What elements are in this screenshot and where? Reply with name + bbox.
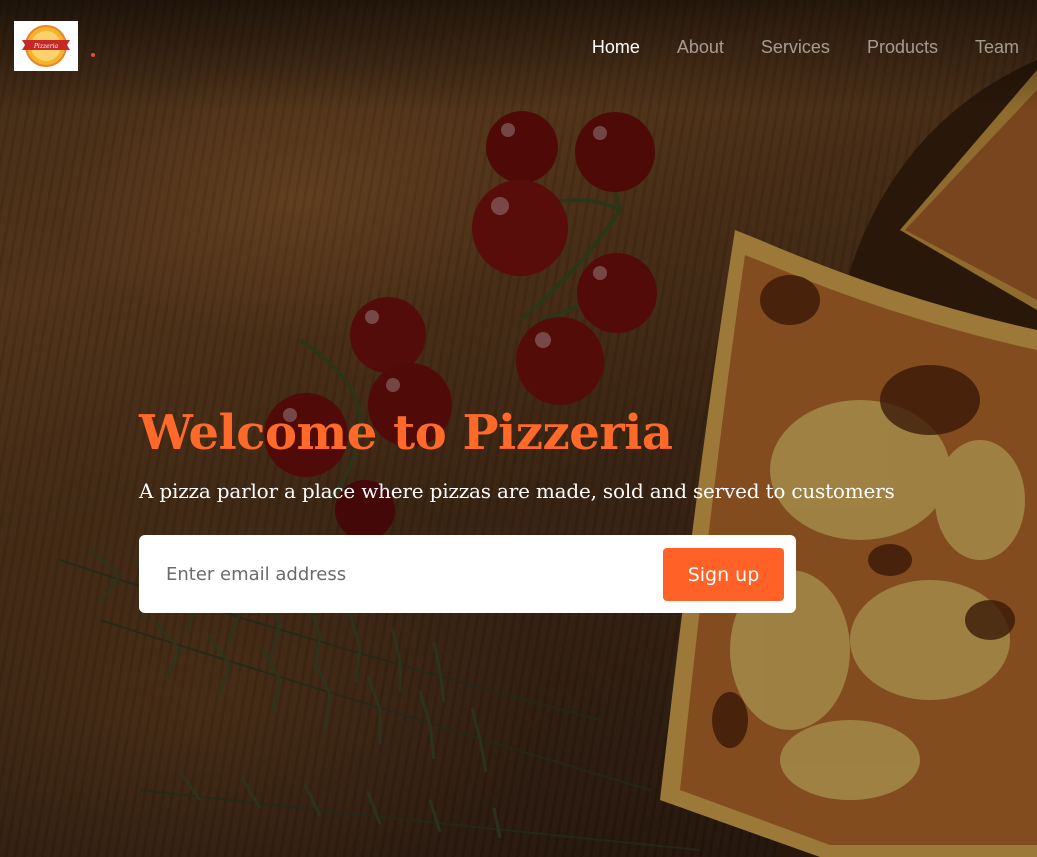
nav-item-team[interactable]: Team [975, 33, 1019, 61]
navbar: Pizzeria Home About Services Products Te… [0, 0, 1037, 94]
signup-button[interactable]: Sign up [663, 548, 784, 601]
nav-item-home[interactable]: Home [592, 33, 640, 61]
email-input[interactable] [139, 535, 649, 613]
logo-dot [91, 53, 95, 57]
hero-title: Welcome to Pizzeria [139, 405, 673, 461]
signup-form: Sign up [139, 535, 796, 613]
pizzeria-logo[interactable]: Pizzeria [14, 21, 78, 71]
nav-item-services[interactable]: Services [761, 33, 830, 61]
nav-item-products[interactable]: Products [867, 33, 938, 61]
logo-text: Pizzeria [33, 43, 59, 50]
nav-item-about[interactable]: About [677, 33, 724, 61]
pizza-logo-icon: Pizzeria [22, 25, 70, 67]
main-nav: Home About Services Products Team [592, 33, 1019, 61]
hero-subtitle: A pizza parlor a place where pizzas are … [139, 479, 895, 503]
